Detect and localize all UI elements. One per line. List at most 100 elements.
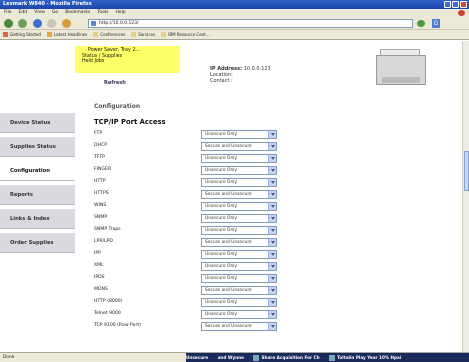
chevron-down-icon[interactable] xyxy=(268,311,276,318)
vertical-scrollbar[interactable] xyxy=(462,41,469,352)
access-select[interactable]: Unsecure Only xyxy=(201,310,277,319)
sidebar-item-device-status[interactable]: Device Status xyxy=(0,113,75,133)
sidebar-item-supplies-status[interactable]: Supplies Status xyxy=(0,137,75,157)
firefox-throbber-icon xyxy=(458,10,465,16)
chevron-down-icon[interactable] xyxy=(268,179,276,186)
port-access-row: TCP 9100 (Raw Port) Secure and Unsecure xyxy=(94,321,294,333)
port-access-list: FTP Unsecure Only DHCP Secure and Unsecure T… xyxy=(94,129,294,333)
held-jobs-link[interactable]: Held Jobs xyxy=(78,59,177,65)
device-info: IP Address: 10.0.0.123 Location: Contact… xyxy=(210,66,271,84)
maximize-button[interactable] xyxy=(452,1,459,8)
bookmark-ibm-resource[interactable]: IBM Resource Cent... xyxy=(161,32,210,37)
chevron-down-icon[interactable] xyxy=(268,215,276,222)
chevron-down-icon[interactable] xyxy=(268,323,276,330)
chevron-down-icon[interactable] xyxy=(268,263,276,270)
page-content: Power Saver, Tray 2... Status / Supplies… xyxy=(0,41,462,352)
access-select[interactable]: Secure and Unsecure xyxy=(201,142,277,151)
access-select[interactable]: Unsecure Only xyxy=(201,202,277,211)
menu-file[interactable]: File xyxy=(4,9,12,17)
access-select[interactable]: Secure and Unsecure xyxy=(201,238,277,247)
chevron-down-icon[interactable] xyxy=(268,239,276,246)
port-access-row: HTTP (8000) Unsecure Only xyxy=(94,297,294,309)
ticker-item[interactable]: and Wynne xyxy=(218,355,244,360)
access-select[interactable]: Secure and Unsecure xyxy=(201,322,277,331)
sidebar-item-reports[interactable]: Reports xyxy=(0,185,75,205)
port-access-row: HTTPS Secure and Unsecure xyxy=(94,189,294,201)
access-select-value: Unsecure Only xyxy=(205,312,238,317)
folder-icon xyxy=(131,32,137,37)
close-button[interactable] xyxy=(460,1,467,8)
ticker-item[interactable]: Unsecure xyxy=(186,355,208,360)
chevron-down-icon[interactable] xyxy=(268,287,276,294)
access-select[interactable]: Unsecure Only xyxy=(201,262,277,271)
chevron-down-icon[interactable] xyxy=(268,143,276,150)
menu-help[interactable]: Help xyxy=(115,9,125,17)
port-access-row: IPP Unsecure Only xyxy=(94,249,294,261)
chevron-down-icon[interactable] xyxy=(268,299,276,306)
access-select-value: Unsecure Only xyxy=(205,228,238,233)
rss-icon xyxy=(46,32,52,37)
chevron-down-icon[interactable] xyxy=(268,191,276,198)
access-select-value: Unsecure Only xyxy=(205,300,238,305)
menu-go[interactable]: Go xyxy=(52,9,58,17)
access-select[interactable]: Unsecure Only xyxy=(201,274,277,283)
ticker-icon xyxy=(329,355,336,361)
access-select[interactable]: Unsecure Only xyxy=(201,178,277,187)
chevron-down-icon[interactable] xyxy=(268,167,276,174)
sidebar-item-configuration[interactable]: Configuration xyxy=(0,161,75,181)
chevron-down-icon[interactable] xyxy=(268,203,276,210)
forward-icon[interactable] xyxy=(18,19,27,28)
address-bar[interactable]: http://10.0.0.123/ xyxy=(88,19,413,28)
google-search-icon[interactable]: G xyxy=(432,19,440,28)
stop-icon[interactable] xyxy=(47,19,56,28)
chevron-down-icon[interactable] xyxy=(268,275,276,282)
menu-edit[interactable]: Edit xyxy=(19,9,28,17)
reload-icon[interactable] xyxy=(33,19,42,28)
bookmark-getting-started[interactable]: Getting Started xyxy=(3,32,41,37)
port-label: SNMP xyxy=(94,215,108,220)
device-status-box: Power Saver, Tray 2... Status / Supplies… xyxy=(75,46,180,73)
access-select[interactable]: Secure and Unsecure xyxy=(201,286,277,295)
access-select-value: Secure and Unsecure xyxy=(205,288,252,293)
refresh-link[interactable]: Refresh xyxy=(104,80,126,86)
access-select[interactable]: Unsecure Only xyxy=(201,130,277,139)
chevron-down-icon[interactable] xyxy=(268,131,276,138)
back-icon[interactable] xyxy=(4,19,13,28)
window-title: Lexmark W840 - Mozilla Firefox xyxy=(3,1,92,7)
access-select[interactable]: Unsecure Only xyxy=(201,154,277,163)
scrollbar-thumb[interactable] xyxy=(464,151,469,191)
window-titlebar: Lexmark W840 - Mozilla Firefox xyxy=(0,0,469,9)
sidebar-item-order-supplies[interactable]: Order Supplies xyxy=(0,233,75,253)
access-select-value: Unsecure Only xyxy=(205,204,238,209)
port-access-row: SNMP Traps Unsecure Only xyxy=(94,225,294,237)
access-select[interactable]: Unsecure Only xyxy=(201,298,277,307)
access-select[interactable]: Unsecure Only xyxy=(201,214,277,223)
port-label: WINS xyxy=(94,203,107,208)
bookmark-conferences[interactable]: Conferences xyxy=(93,32,125,37)
port-label: LPR/LPD xyxy=(94,239,113,244)
access-select[interactable]: Unsecure Only xyxy=(201,166,277,175)
bookmark-latest-headlines[interactable]: Latest Headlines xyxy=(46,32,87,37)
chevron-down-icon[interactable] xyxy=(268,251,276,258)
menu-bookmarks[interactable]: Bookmarks xyxy=(65,9,90,17)
chevron-down-icon[interactable] xyxy=(268,227,276,234)
access-select[interactable]: Secure and Unsecure xyxy=(201,190,277,199)
access-select-value: Unsecure Only xyxy=(205,132,238,137)
menu-view[interactable]: View xyxy=(34,9,45,17)
news-ticker[interactable]: Unsecure and Wynne Share Acquisition For… xyxy=(186,353,469,362)
access-select[interactable]: Unsecure Only xyxy=(201,250,277,259)
go-icon[interactable] xyxy=(417,20,425,27)
port-label: MDNS xyxy=(94,287,108,292)
access-select[interactable]: Unsecure Only xyxy=(201,226,277,235)
port-label: HTTP (8000) xyxy=(94,299,123,304)
chevron-down-icon[interactable] xyxy=(268,155,276,162)
access-select-value: Secure and Unsecure xyxy=(205,324,252,329)
minimize-button[interactable] xyxy=(444,1,451,8)
bookmark-services[interactable]: Services xyxy=(131,32,155,37)
home-icon[interactable] xyxy=(62,19,71,28)
menu-tools[interactable]: Tools xyxy=(97,9,108,17)
ticker-item[interactable]: Share Acquisition For Ch xyxy=(261,355,319,360)
ticker-item[interactable]: Toltalin Play Year 10% Hpai xyxy=(337,355,401,360)
sidebar-item-links-index[interactable]: Links & Index xyxy=(0,209,75,229)
access-select-value: Unsecure Only xyxy=(205,168,238,173)
